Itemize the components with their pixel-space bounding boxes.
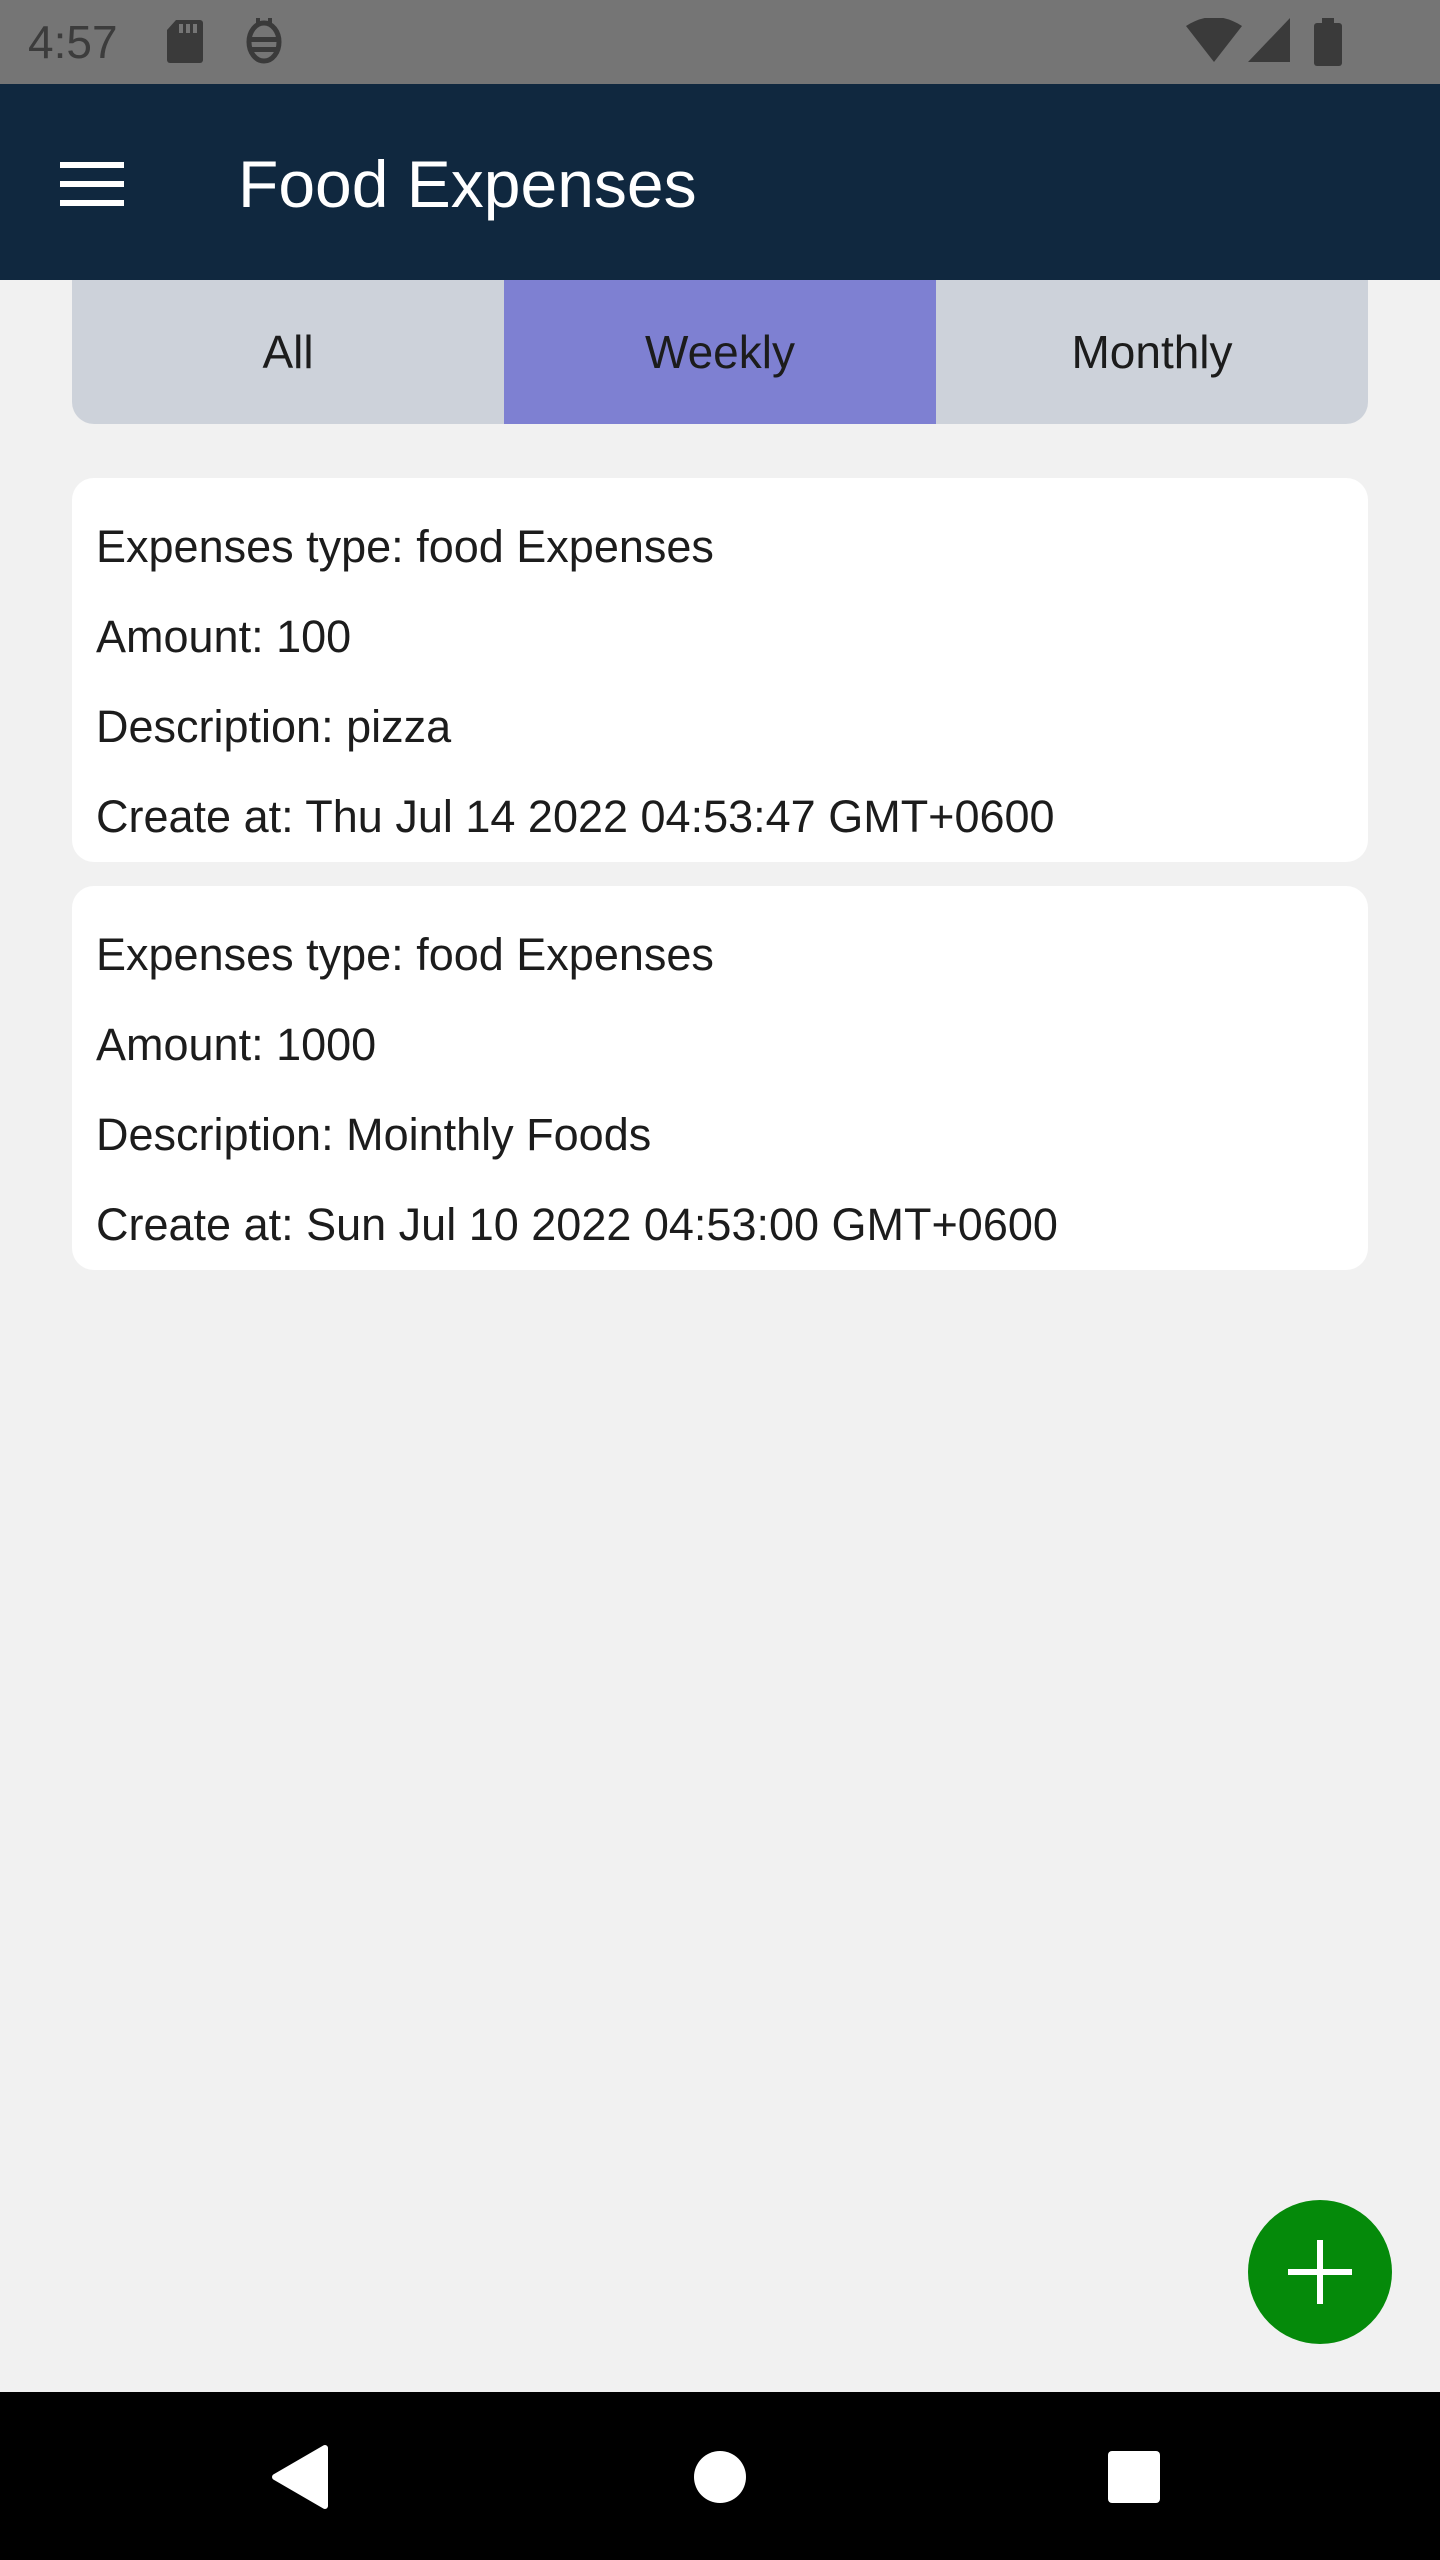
expense-created: Create at: Thu Jul 14 2022 04:53:47 GMT+… (96, 772, 1344, 862)
expense-description-label: Description: (96, 701, 347, 752)
hamburger-menu-icon[interactable] (60, 160, 124, 208)
expense-description: Description: Mointhly Foods (96, 1090, 1344, 1180)
expense-created-value: Thu Jul 14 2022 04:53:47 GMT+0600 (305, 791, 1055, 842)
expense-amount: Amount: 100 (96, 592, 1344, 682)
debug-icon (246, 18, 282, 64)
expense-amount-label: Amount: (96, 1019, 277, 1070)
sd-card-icon (167, 20, 203, 63)
system-nav-bar (0, 2392, 1440, 2560)
expense-type: Expenses type: food Expenses (96, 502, 1344, 592)
expense-created: Create at: Sun Jul 10 2022 04:53:00 GMT+… (96, 1180, 1344, 1270)
recents-icon[interactable] (1089, 2432, 1179, 2522)
expense-amount-label: Amount: (96, 611, 277, 662)
signal-icon (1248, 18, 1290, 62)
wifi-icon (1186, 18, 1242, 62)
expense-description: Description: pizza (96, 682, 1344, 772)
expense-type-value: food Expenses (416, 521, 714, 572)
expense-type-label: Expenses type: (96, 929, 417, 980)
tab-label: Weekly (645, 326, 795, 378)
expense-type-value: food Expenses (416, 929, 714, 980)
page-title: Food Expenses (238, 147, 697, 221)
expense-description-value: pizza (346, 701, 452, 752)
battery-icon (1314, 18, 1342, 66)
tab-monthly[interactable]: Monthly (936, 280, 1368, 424)
expense-card[interactable]: Expenses type: food Expenses Amount: 100… (72, 886, 1368, 1270)
expense-created-label: Create at: (96, 791, 306, 842)
expense-card[interactable]: Expenses type: food Expenses Amount: 100… (72, 478, 1368, 862)
plus-icon (1288, 2240, 1352, 2304)
app-bar: Food Expenses (0, 84, 1440, 280)
expense-created-value: Sun Jul 10 2022 04:53:00 GMT+0600 (306, 1199, 1058, 1250)
expense-type: Expenses type: food Expenses (96, 910, 1344, 1000)
status-time: 4:57 (28, 16, 118, 68)
period-tabs: All Weekly Monthly (72, 280, 1368, 424)
status-bar: 4:57 (0, 0, 1440, 84)
expense-type-label: Expenses type: (96, 521, 417, 572)
tab-label: Monthly (1071, 326, 1233, 378)
home-icon[interactable] (675, 2432, 765, 2522)
expense-amount: Amount: 1000 (96, 1000, 1344, 1090)
expense-description-label: Description: (96, 1109, 347, 1160)
expense-description-value: Mointhly Foods (346, 1109, 652, 1160)
tab-weekly[interactable]: Weekly (504, 280, 936, 424)
expense-created-label: Create at: (96, 1199, 307, 1250)
tab-all[interactable]: All (72, 280, 504, 424)
expense-amount-value: 1000 (276, 1019, 377, 1070)
expense-amount-value: 100 (276, 611, 352, 662)
add-expense-button[interactable] (1248, 2200, 1392, 2344)
back-icon[interactable] (253, 2432, 343, 2522)
tab-label: All (262, 326, 314, 378)
